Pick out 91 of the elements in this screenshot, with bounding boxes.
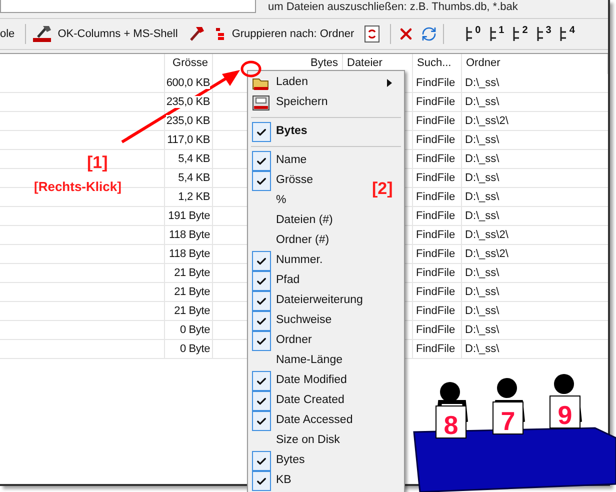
table-cell: FindFile [413,112,462,130]
table-cell: 21 Byte [174,286,210,298]
table-cell: 5,4 KB [178,172,210,184]
table-cell-text: D:\_ss\ [464,133,500,148]
menu-item[interactable]: Pfad [248,271,304,291]
refresh-icon[interactable] [421,26,438,42]
hint-text: um Dateien auszuschließen: z.B. Thumbs.db, *.bak [268,0,518,12]
menu-item[interactable]: Date Modified [248,371,351,391]
menu-item[interactable]: Dateierweiterung [248,291,367,311]
table-cell: FindFile [413,340,462,358]
table-cell: FindFile [413,131,462,149]
table-cell-text: D:\_ss\ [464,209,500,224]
table-cell: 5,4 KB [178,153,210,165]
table-cell: 0 Byte [180,343,210,355]
table-cell: 21 Byte [174,305,210,317]
table-cell: 235,0 KB [166,115,210,127]
tree-level-button[interactable]: 1 [486,26,508,42]
click-circle [240,60,262,78]
menu-item[interactable]: KB [248,471,296,491]
table-cell: 21 Byte [174,267,210,279]
menu-item[interactable]: Nummer. [248,251,327,271]
tree-icon [536,26,546,42]
column-header[interactable]: Grösse [165,54,213,74]
table-cell: 118 Byte [168,229,210,241]
toolbar-label: ole [0,26,16,42]
table-cell-text: D:\_ss\ [464,152,500,167]
group-icon [216,28,224,40]
table-cell-text: D:\_ss\ [464,304,500,319]
menu-item[interactable]: Grösse [248,171,318,191]
menu-item[interactable]: Speichern [248,93,404,113]
tree-level-button[interactable]: 0 [462,26,484,42]
menu-item[interactable]: Bytes [248,451,309,471]
tree-level-button[interactable]: 4 [556,26,578,42]
table-cell-text: D:\_ss\ [464,190,500,205]
table-cell-text: D:\_ss\2\ [464,247,510,262]
columns-button[interactable]: OK-Columns + MS-Shell [28,24,182,44]
table-cell: FindFile [413,93,462,111]
table-cell-text: D:\_ss\ [464,171,500,186]
table-cell-text: D:\_ss\ [464,266,500,281]
table-cell-text: D:\_ss\ [464,342,500,357]
table-cell: 600,0 KB [166,77,210,89]
hammer-icon[interactable] [188,25,206,43]
table-cell: FindFile [413,283,462,301]
step-label: [2] [372,178,393,200]
table-cell-text: D:\_ss\2\ [464,114,510,129]
tree-level-button[interactable]: 3 [532,26,554,42]
column-header[interactable]: Such... [413,54,462,74]
menu-item[interactable]: Name-Länge [248,351,346,371]
table-cell: FindFile [413,245,462,263]
menu-item[interactable]: Date Accessed [248,411,357,431]
step-hint: [Rechts-Klick] [34,178,122,196]
table-cell: FindFile [413,264,462,282]
tree-icon [488,26,499,42]
column-header[interactable]: Ordner [462,54,608,74]
hammer-icon [32,24,54,44]
table-cell: 235,0 KB [166,96,210,108]
menu-item[interactable]: Suchweise [248,311,336,331]
menu-item[interactable]: Name [248,151,311,171]
menu-item[interactable]: % [248,191,290,211]
table-cell: 191 Byte [168,210,210,222]
table-cell-text: D:\_ss\ [464,76,500,91]
group-button[interactable]: Gruppieren nach: Ordner [212,26,358,42]
table-cell: FindFile [413,226,462,244]
table-cell-text: D:\_ss\ [464,285,500,300]
table-cell-text: D:\_ss\ [464,95,500,110]
table-cell-text: D:\_ss\2\ [464,228,510,243]
menu-item[interactable]: Laden [248,73,404,93]
table-cell: FindFile [413,207,462,225]
table-cell: FindFile [413,321,462,339]
menu-item[interactable]: Date Created [248,391,348,411]
table-cell: 0 Byte [180,324,210,336]
menu-item[interactable]: Ordner [248,331,316,351]
judges-drawing: 8 7 9 [410,372,616,492]
table-cell: 118 Byte [168,248,210,260]
step-label: [1] [87,152,108,174]
menu-item[interactable]: Size on Disk [248,431,344,451]
menu-item[interactable]: Dateien (#) [248,211,337,231]
table-cell: 1,2 KB [178,191,210,203]
refresh-page-icon[interactable] [364,25,380,43]
tree-level-button[interactable]: 2 [509,26,531,42]
table-cell: FindFile [413,150,462,168]
table-cell: FindFile [413,74,462,92]
submenu-arrow-icon [387,79,392,87]
menu-item[interactable]: Bytes [248,122,312,142]
table-cell-text: D:\_ss\ [464,323,500,338]
table-cell: 117,0 KB [167,134,210,146]
input-field[interactable] [0,0,256,13]
menu-item[interactable]: Ordner (#) [248,231,334,251]
table-cell: FindFile [413,188,462,206]
table-cell: FindFile [413,302,462,320]
table-cell: FindFile [413,169,462,187]
